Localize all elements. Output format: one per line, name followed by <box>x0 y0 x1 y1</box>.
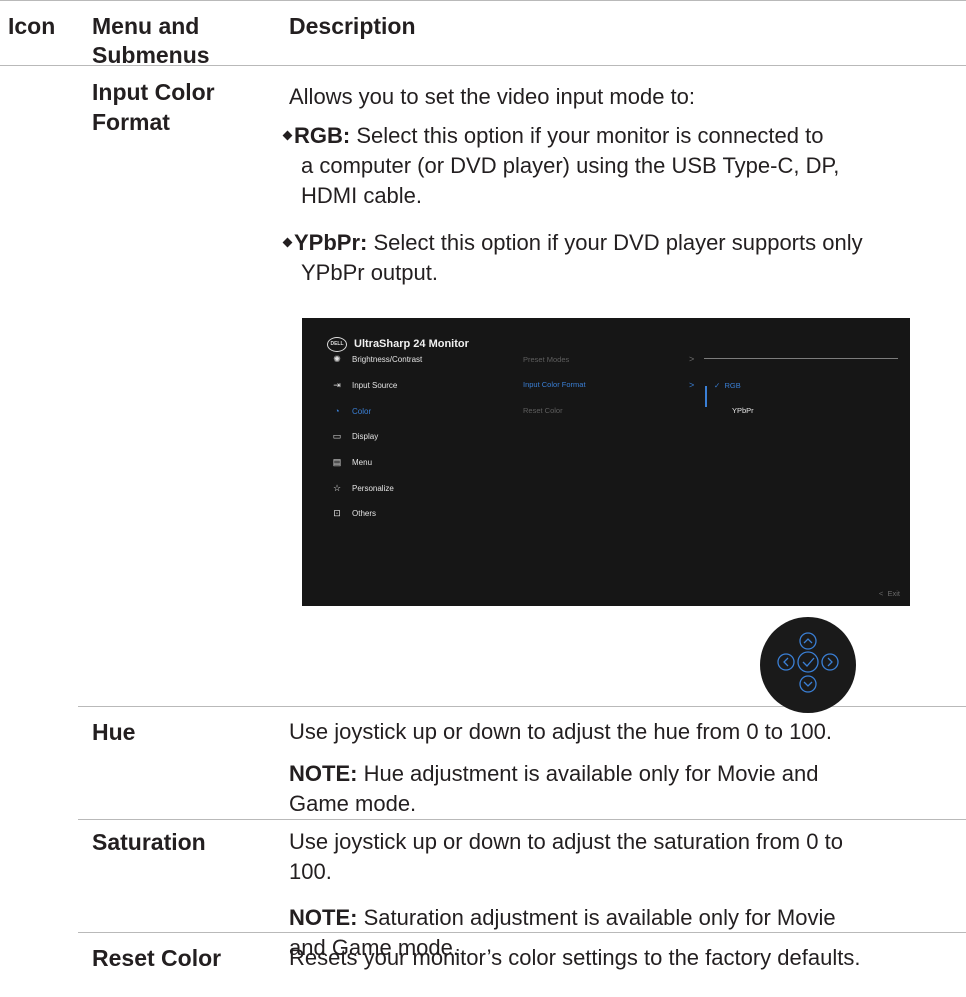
menu-name-reset-color: Reset Color <box>92 945 222 971</box>
menu-name-input-color-format: Input Color Format <box>92 77 215 137</box>
joystick-graphic <box>760 617 856 713</box>
osd-menu-menu[interactable]: ▤ Menu <box>330 455 372 469</box>
osd-menu-label: Color <box>352 407 372 416</box>
osd-top-line <box>704 358 898 359</box>
osd-menu-label: Menu <box>352 458 373 467</box>
menu-name-hue: Hue <box>92 719 136 745</box>
menu-name-line2: Format <box>92 109 170 135</box>
input-source-icon: ⇥ <box>333 380 341 390</box>
chevron-right-icon: > <box>689 354 695 364</box>
dell-logo: DELL <box>327 337 347 352</box>
chevron-up-icon <box>803 638 813 644</box>
row-divider-saturation <box>78 819 966 820</box>
hue-note-line1: Hue adjustment is available only for Mov… <box>357 761 819 786</box>
osd-menu-label: Display <box>352 432 379 441</box>
ypbpr-text-line1: Select this option if your DVD player su… <box>367 230 863 255</box>
osd-selection-bar <box>705 386 707 407</box>
saturation-note-lead: NOTE: <box>289 905 358 930</box>
rgb-lead: RGB: <box>294 123 351 148</box>
osd-submenu-input-color-format[interactable]: Input Color Format <box>523 378 586 392</box>
osd-menu-input-source[interactable]: ⇥ Input Source <box>330 378 397 392</box>
joystick-down-icon <box>799 675 817 693</box>
rgb-text-line1: Select this option if your monitor is co… <box>350 123 824 148</box>
bullet-diamond-icon <box>282 237 293 248</box>
osd-menu-personalize[interactable]: ☆ Personalize <box>330 481 394 495</box>
osd-menu-color[interactable]: ◔ Color <box>330 404 371 418</box>
osd-option-label: RGB <box>724 381 741 390</box>
osd-exit-label: Exit <box>887 589 900 598</box>
brightness-icon: ✺ <box>333 354 341 364</box>
hue-note: NOTE: Hue adjustment is available only f… <box>289 759 818 819</box>
osd-menu-label: Brightness/Contrast <box>352 355 423 364</box>
input-color-format-intro: Allows you to set the video input mode t… <box>289 84 696 109</box>
column-header-icon: Icon <box>8 13 56 39</box>
column-header-menu-line2: Submenus <box>92 42 210 68</box>
others-icon: ⊡ <box>333 508 341 518</box>
hue-description: Use joystick up or down to adjust the hu… <box>289 719 832 744</box>
chevron-left-icon <box>783 657 789 667</box>
table-top-rule <box>0 0 966 1</box>
osd-title: UltraSharp 24 Monitor <box>354 338 469 350</box>
saturation-note-line1: Saturation adjustment is available only … <box>357 905 836 930</box>
column-header-menu: Menu and Submenus <box>92 12 210 70</box>
osd-menu-others[interactable]: ⊡ Others <box>330 506 376 520</box>
ypbpr-lead: YPbPr: <box>294 230 368 255</box>
joystick-left-icon <box>777 653 795 671</box>
saturation-description: Use joystick up or down to adjust the sa… <box>289 827 843 887</box>
star-icon: ☆ <box>332 483 342 493</box>
chevron-right-icon <box>827 657 833 667</box>
bullet-diamond-icon <box>282 130 293 141</box>
menu-name-saturation: Saturation <box>92 829 206 855</box>
hue-note-line2: Game mode. <box>289 791 417 816</box>
osd-menu-brightness-contrast[interactable]: ✺ Brightness/Contrast <box>330 352 422 366</box>
menu-name-line1: Input Color <box>92 79 215 105</box>
joystick-up-icon <box>799 632 817 650</box>
osd-screenshot: DELL UltraSharp 24 Monitor ✺ Brightness/C… <box>302 318 910 606</box>
saturation-desc-line1: Use joystick up or down to adjust the sa… <box>289 829 843 854</box>
osd-menu-display[interactable]: ▭ Display <box>330 429 379 443</box>
osd-option-ypbpr[interactable]: YPbPr <box>732 404 754 418</box>
chevron-down-icon <box>803 681 813 687</box>
osd-submenu-preset-modes[interactable]: Preset Modes <box>523 353 569 367</box>
chevron-left-icon: < <box>878 589 884 598</box>
column-header-description: Description <box>289 13 416 39</box>
osd-menu-label: Personalize <box>352 484 394 493</box>
osd-exit[interactable]: < Exit <box>879 589 900 598</box>
osd-option-rgb[interactable]: ✓ RGB <box>714 379 741 393</box>
bullet-rgb: RGB: Select this option if your monitor … <box>282 121 840 211</box>
display-icon: ▭ <box>332 431 342 441</box>
rgb-text-line2: a computer (or DVD player) using the USB… <box>301 153 840 178</box>
saturation-desc-line2: 100. <box>289 859 332 884</box>
osd-submenu-reset-color[interactable]: Reset Color <box>523 404 563 418</box>
rgb-text-line3: HDMI cable. <box>301 183 423 208</box>
color-icon: ◔ <box>334 406 340 416</box>
reset-color-description: Resets your monitor’s color settings to … <box>289 945 861 970</box>
menu-icon: ▤ <box>332 457 342 467</box>
joystick-right-icon <box>821 653 839 671</box>
ypbpr-text-line2: YPbPr output. <box>301 260 438 285</box>
check-icon <box>802 657 815 667</box>
bullet-ypbpr: YPbPr: Select this option if your DVD pl… <box>282 228 863 288</box>
joystick-center-icon <box>797 651 819 673</box>
joystick-icon <box>777 632 839 693</box>
check-icon: ✓ <box>714 381 721 390</box>
osd-menu-label: Input Source <box>352 381 398 390</box>
chevron-right-icon: > <box>689 380 695 390</box>
column-header-menu-line1: Menu and <box>92 13 200 39</box>
osd-menu-label: Others <box>352 509 377 518</box>
hue-note-lead: NOTE: <box>289 761 358 786</box>
